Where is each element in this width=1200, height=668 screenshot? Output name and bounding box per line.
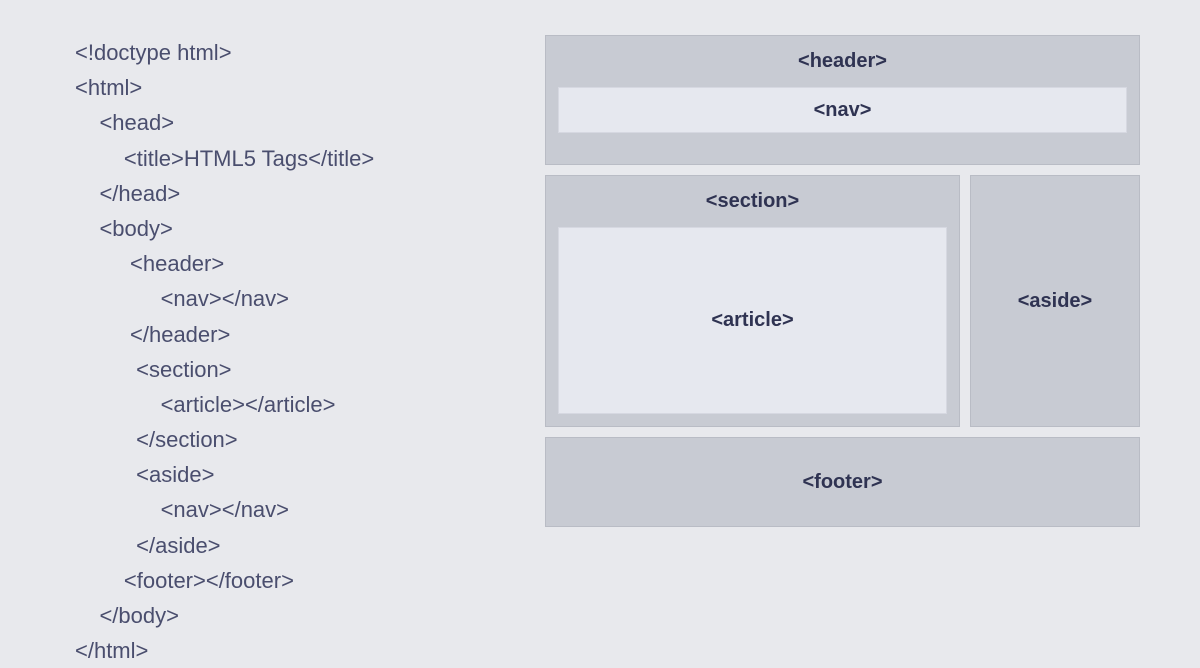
header-label: <header> <box>558 36 1127 87</box>
code-line: </header> <box>75 317 495 352</box>
code-line: <head> <box>75 105 495 140</box>
code-line: <article></article> <box>75 387 495 422</box>
code-line: <section> <box>75 352 495 387</box>
code-line: <html> <box>75 70 495 105</box>
footer-block: <footer> <box>545 437 1140 527</box>
aside-label: <aside> <box>1018 290 1093 313</box>
code-listing: <!doctype html> <html> <head> <title>HTM… <box>75 35 495 593</box>
code-line: <footer></footer> <box>75 563 495 598</box>
nav-label: <nav> <box>814 99 872 122</box>
section-label: <section> <box>558 176 947 227</box>
code-line: <nav></nav> <box>75 281 495 316</box>
code-line: </head> <box>75 176 495 211</box>
code-line: <nav></nav> <box>75 492 495 527</box>
header-block: <header> <nav> <box>545 35 1140 165</box>
code-line: </section> <box>75 422 495 457</box>
article-label: <article> <box>711 309 793 332</box>
code-line: </aside> <box>75 528 495 563</box>
layout-diagram: <header> <nav> <section> <article> <asid… <box>545 35 1140 593</box>
aside-block: <aside> <box>970 175 1140 427</box>
footer-label: <footer> <box>802 471 882 494</box>
nav-block: <nav> <box>558 87 1127 133</box>
code-line: </html> <box>75 633 495 668</box>
section-block: <section> <article> <box>545 175 960 427</box>
code-line: <header> <box>75 246 495 281</box>
code-line: <aside> <box>75 457 495 492</box>
article-block: <article> <box>558 227 947 414</box>
code-line: <body> <box>75 211 495 246</box>
code-line: <!doctype html> <box>75 35 495 70</box>
code-line: <title>HTML5 Tags</title> <box>75 141 495 176</box>
mid-row: <section> <article> <aside> <box>545 175 1140 427</box>
